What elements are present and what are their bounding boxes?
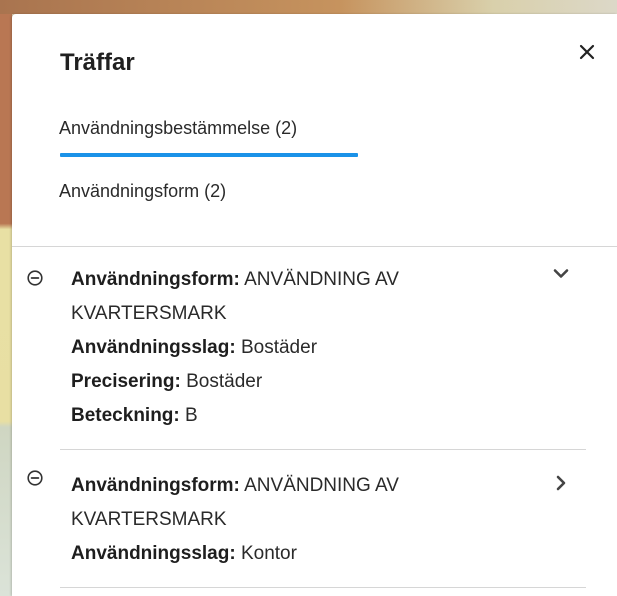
field-row-anvandningsform: Användningsform: ANVÄNDNING AV KVARTERSM… xyxy=(71,263,501,331)
active-tab-indicator xyxy=(60,153,358,157)
result-divider xyxy=(60,587,586,588)
field-value: B xyxy=(185,405,198,426)
field-row-beteckning: Beteckning: B xyxy=(71,399,501,433)
result-2-fields: Användningsform: ANVÄNDNING AV KVARTERSM… xyxy=(71,469,501,571)
tab-anvandningsbestammelse[interactable]: Användningsbestämmelse (2) xyxy=(59,117,297,139)
minus-circle-icon[interactable] xyxy=(26,469,44,487)
field-label: Användningsslag: xyxy=(71,337,236,358)
field-row-anvandningsslag: Användningsslag: Kontor xyxy=(71,537,501,571)
field-value: Kontor xyxy=(240,543,297,564)
minus-circle-icon[interactable] xyxy=(26,269,44,287)
map-background-left xyxy=(0,14,12,596)
result-item-1[interactable]: Användningsform: ANVÄNDNING AV KVARTERSM… xyxy=(12,247,617,450)
field-value: Bostäder xyxy=(240,337,318,358)
result-1-fields: Användningsform: ANVÄNDNING AV KVARTERSM… xyxy=(71,263,501,433)
field-label: Användningsform: xyxy=(71,475,240,496)
chevron-right-icon[interactable] xyxy=(550,472,572,494)
field-value: Bostäder xyxy=(186,371,263,392)
page-title: Träffar xyxy=(60,49,135,76)
tab-anvandningsform[interactable]: Användningsform (2) xyxy=(59,180,226,202)
field-label: Användningsslag: xyxy=(71,543,236,564)
field-label: Användningsform: xyxy=(71,269,240,290)
field-label: Beteckning: xyxy=(71,405,180,426)
result-item-2[interactable]: Användningsform: ANVÄNDNING AV KVARTERSM… xyxy=(12,450,617,596)
field-row-anvandningsform: Användningsform: ANVÄNDNING AV KVARTERSM… xyxy=(71,469,501,537)
field-row-anvandningsslag: Användningsslag: Bostäder xyxy=(71,331,501,365)
field-label: Precisering: xyxy=(71,371,181,392)
map-background-top xyxy=(0,0,617,14)
results-panel: Träffar Användningsbestämmelse (2) Använ… xyxy=(12,14,617,596)
close-icon xyxy=(579,44,595,60)
field-row-precisering: Precisering: Bostäder xyxy=(71,365,501,399)
chevron-down-icon[interactable] xyxy=(550,263,572,285)
close-button[interactable] xyxy=(576,41,598,63)
